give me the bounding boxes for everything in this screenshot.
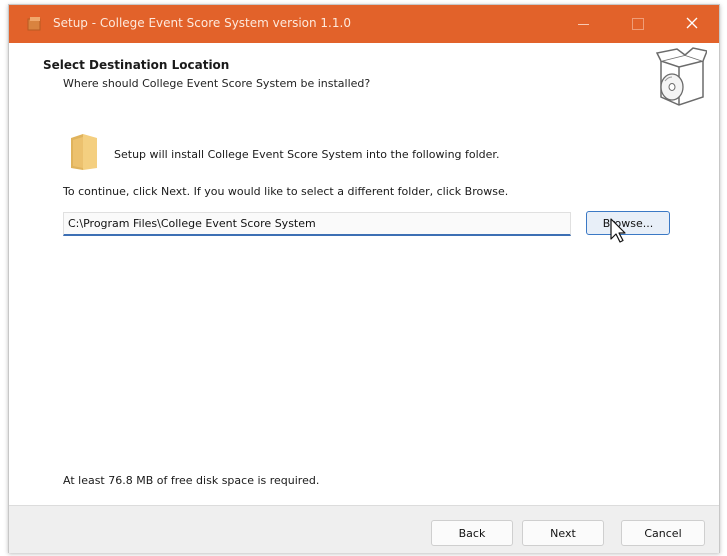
back-button[interactable]: Back [431, 520, 513, 546]
setup-app-icon [27, 17, 41, 31]
setup-window: Setup - College Event Score System versi… [8, 4, 720, 553]
folder-icon [71, 134, 97, 170]
box-with-disc-icon [655, 47, 707, 106]
title-bar[interactable]: Setup - College Event Score System versi… [9, 5, 719, 43]
mouse-pointer-icon [610, 218, 626, 243]
maximize-button[interactable] [613, 5, 661, 43]
next-button[interactable]: Next [522, 520, 604, 546]
destination-path-input[interactable] [63, 212, 571, 236]
page-heading: Select Destination Location [43, 58, 230, 72]
minimize-button[interactable] [559, 5, 607, 43]
install-info-text: Setup will install College Event Score S… [114, 148, 500, 161]
minimize-icon [578, 24, 589, 25]
page-subheading: Where should College Event Score System … [63, 77, 371, 90]
footer-bar: Back Next Cancel [9, 505, 719, 553]
continue-instructions: To continue, click Next. If you would li… [63, 185, 509, 198]
cancel-button[interactable]: Cancel [621, 520, 705, 546]
maximize-icon [632, 18, 644, 30]
close-button[interactable] [669, 5, 717, 43]
window-title: Setup - College Event Score System versi… [53, 16, 351, 30]
disk-space-note: At least 76.8 MB of free disk space is r… [63, 474, 320, 487]
close-icon [686, 17, 698, 29]
browse-button[interactable]: Browse... [586, 211, 670, 235]
